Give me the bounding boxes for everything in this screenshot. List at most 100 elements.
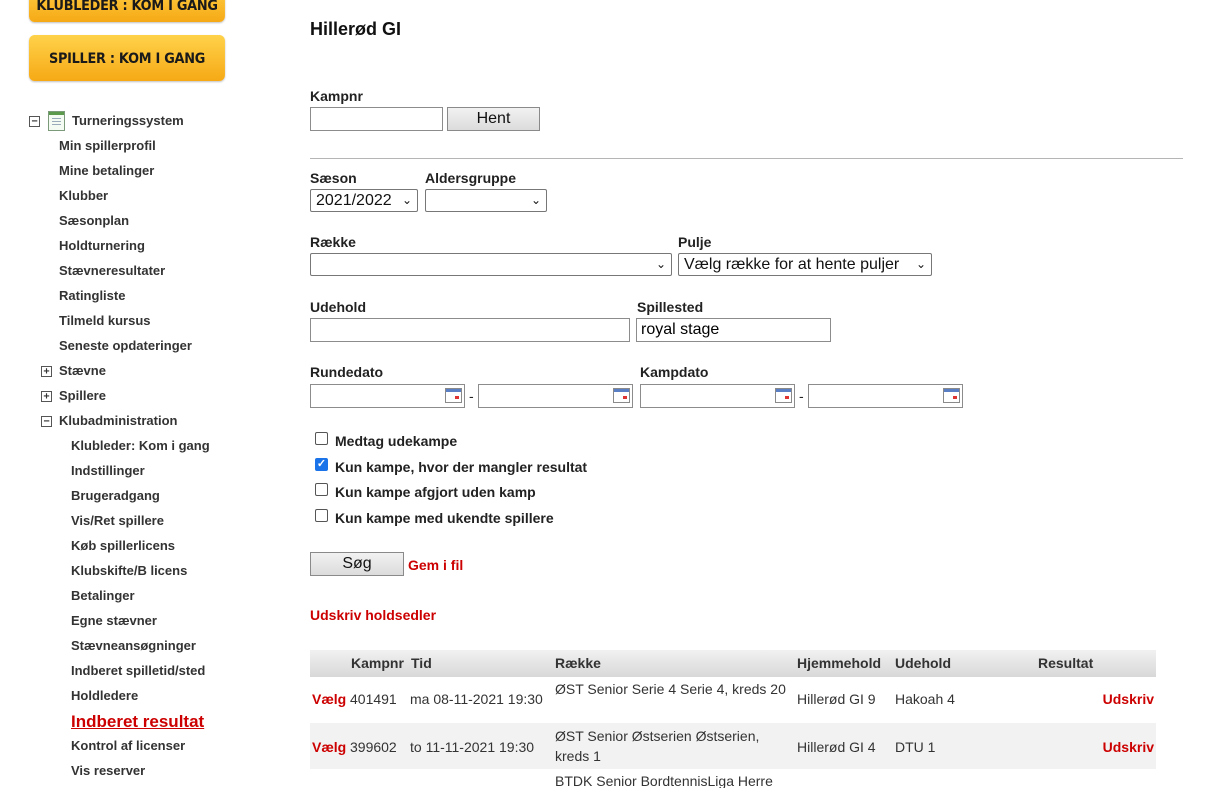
pulje-label: Pulje	[678, 234, 712, 250]
udskriv-link[interactable]: Udskriv	[1103, 691, 1154, 707]
table-row: Vælg 401491 ma 08-11-2021 19:30 ØST Seni…	[310, 677, 1156, 723]
rundedato-to-input[interactable]	[478, 384, 633, 408]
col-tid: Tid	[411, 655, 432, 671]
vaelg-link[interactable]: Vælg	[312, 739, 346, 755]
kun-afgjort-checkbox[interactable]	[315, 483, 328, 496]
aldersgruppe-select[interactable]: ⌄	[425, 189, 547, 212]
kampdato-label: Kampdato	[640, 364, 709, 380]
hent-button[interactable]: Hent	[447, 107, 540, 131]
kun-ukendte-label: Kun kampe med ukendte spillere	[335, 510, 554, 526]
udehold-label: Udehold	[310, 299, 366, 315]
cell-tid: ma 08-11-2021 19:30	[410, 691, 543, 707]
soeg-button[interactable]: Søg	[310, 552, 404, 576]
sidebar-sub-indstillinger[interactable]: Indstillinger	[71, 460, 145, 482]
sidebar-sub-indberet-spilletid[interactable]: Indberet spilletid/sted	[71, 660, 205, 682]
udskriv-holdsedler-link[interactable]: Udskriv holdsedler	[310, 607, 436, 623]
kampdato-from-input[interactable]	[640, 384, 795, 408]
medtag-udekampe-checkbox[interactable]	[315, 432, 328, 445]
collapse-icon[interactable]: −	[29, 116, 40, 127]
tree-root[interactable]: − Turneringssystem	[0, 110, 260, 132]
sidebar-sub-vis-ret-spillere[interactable]: Vis/Ret spillere	[71, 510, 164, 532]
rundedato-label: Rundedato	[310, 364, 384, 380]
page-title: Hillerød GI	[310, 19, 402, 39]
sidebar-sub-brugeradgang[interactable]: Brugeradgang	[71, 485, 160, 507]
spiller-promo-button[interactable]: SPILLER : KOM I GANG	[29, 35, 225, 81]
kun-mangler-label: Kun kampe, hvor der mangler resultat	[335, 459, 588, 475]
sidebar-item-staevneresultater[interactable]: Stævneresultater	[59, 260, 165, 282]
staevne-label: Stævne	[59, 363, 106, 378]
sidebar-item-klubber[interactable]: Klubber	[59, 185, 108, 207]
divider	[310, 158, 1183, 159]
sidebar-item-ratingliste[interactable]: Ratingliste	[59, 285, 125, 307]
saeson-select[interactable]: 2021/2022 ⌄	[310, 189, 418, 212]
expand-icon[interactable]: +	[41, 366, 52, 377]
sidebar-item-mine-betalinger[interactable]: Mine betalinger	[59, 160, 154, 182]
sidebar-sub-kontrol-licenser[interactable]: Kontrol af licenser	[71, 735, 185, 757]
sidebar-item-holdturnering[interactable]: Holdturnering	[59, 235, 145, 257]
cell-udehold: DTU 1	[895, 739, 936, 755]
aldersgruppe-label: Aldersgruppe	[425, 170, 517, 186]
udehold-input[interactable]	[310, 318, 630, 342]
pulje-value: Vælg række for at hente puljer	[684, 256, 900, 273]
spillested-input[interactable]	[636, 318, 831, 342]
sidebar-item-tilmeld-kursus[interactable]: Tilmeld kursus	[59, 310, 151, 332]
sidebar-sub-koeb-spillerlicens[interactable]: Køb spillerlicens	[71, 535, 175, 557]
cell-kampnr: 401491	[350, 691, 397, 707]
kun-mangler-checkbox[interactable]: ✓	[315, 458, 328, 471]
sidebar-item-seneste-opdateringer[interactable]: Seneste opdateringer	[59, 335, 192, 357]
sidebar-sub-vis-reserver[interactable]: Vis reserver	[71, 760, 145, 782]
sidebar-item-spillere[interactable]: + Spillere	[0, 385, 260, 407]
calendar-icon[interactable]	[775, 388, 792, 403]
table-row: Vælg 399602 to 11-11-2021 19:30 ØST Seni…	[310, 723, 1156, 769]
vaelg-link[interactable]: Vælg	[312, 691, 346, 707]
saeson-value: 2021/2022	[316, 192, 392, 209]
klubleder-promo-button[interactable]: KLUBLEDER : KOM I GANG	[29, 0, 225, 22]
sidebar-item-staevne[interactable]: + Stævne	[0, 360, 260, 382]
sidebar-sub-egne-staevner[interactable]: Egne stævner	[71, 610, 157, 632]
sidebar-sub-holdledere[interactable]: Holdledere	[71, 685, 138, 707]
raekke-label: Række	[310, 234, 356, 250]
chevron-down-icon: ⌄	[530, 193, 541, 207]
sidebar-sub-klubleder[interactable]: Klubleder: Kom i gang	[71, 435, 210, 457]
sidebar-sub-betalinger[interactable]: Betalinger	[71, 585, 135, 607]
cell-kampnr: 399602	[350, 739, 397, 755]
kampnr-input[interactable]	[310, 107, 443, 131]
chevron-down-icon: ⌄	[655, 257, 666, 271]
spreadsheet-icon	[48, 111, 65, 131]
chevron-down-icon: ⌄	[401, 193, 412, 207]
col-kampnr: Kampnr	[351, 655, 404, 671]
kun-ukendte-checkbox[interactable]	[315, 509, 328, 522]
collapse-icon[interactable]: −	[41, 416, 52, 427]
col-udehold: Udehold	[895, 655, 951, 671]
kun-afgjort-label: Kun kampe afgjort uden kamp	[335, 484, 536, 500]
kampdato-to-input[interactable]	[808, 384, 963, 408]
tree-root-label: Turneringssystem	[72, 113, 184, 128]
cell-hjemmehold: Hillerød GI 9	[797, 691, 876, 707]
pulje-select[interactable]: Vælg række for at hente puljer ⌄	[678, 253, 932, 276]
sidebar-item-klubadministration[interactable]: − Klubadministration	[0, 410, 260, 432]
cell-udehold: Hakoah 4	[895, 691, 955, 707]
raekke-select[interactable]: ⌄	[310, 253, 672, 276]
expand-icon[interactable]: +	[41, 391, 52, 402]
gem-i-fil-link[interactable]: Gem i fil	[408, 557, 463, 573]
saeson-label: Sæson	[310, 170, 357, 186]
col-raekke: Række	[555, 655, 601, 671]
table-header: Kampnr Tid Række Hjemmehold Udehold Resu…	[310, 650, 1156, 677]
sidebar-sub-indberet-resultat[interactable]: Indberet resultat	[71, 711, 204, 733]
calendar-icon[interactable]	[445, 388, 462, 403]
kampnr-label: Kampnr	[310, 88, 363, 104]
spillested-label: Spillested	[637, 299, 704, 315]
cell-raekke: BTDK Senior BordtennisLiga Herre	[555, 773, 773, 788]
date-range-dash: -	[799, 388, 804, 404]
rundedato-from-input[interactable]	[310, 384, 465, 408]
klubadministration-label: Klubadministration	[59, 413, 178, 428]
udskriv-link[interactable]: Udskriv	[1103, 739, 1154, 755]
sidebar-item-min-spillerprofil[interactable]: Min spillerprofil	[59, 135, 156, 157]
sidebar-item-saesonplan[interactable]: Sæsonplan	[59, 210, 129, 232]
calendar-icon[interactable]	[613, 388, 630, 403]
calendar-icon[interactable]	[943, 388, 960, 403]
sidebar-sub-staevneansoegninger[interactable]: Stævneansøgninger	[71, 635, 196, 657]
medtag-udekampe-label: Medtag udekampe	[335, 433, 458, 449]
spillere-label: Spillere	[59, 388, 106, 403]
sidebar-sub-klubskifte[interactable]: Klubskifte/B licens	[71, 560, 187, 582]
